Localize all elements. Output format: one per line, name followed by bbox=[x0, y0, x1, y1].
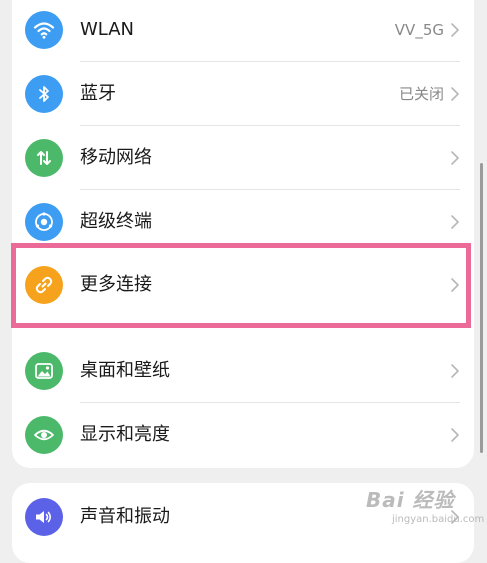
settings-item-desktop-wallpaper[interactable]: 桌面和壁纸 bbox=[12, 339, 474, 403]
chevron-right-icon bbox=[451, 215, 459, 229]
settings-item-value: 已关闭 bbox=[398, 85, 444, 103]
settings-item-label: 蓝牙 bbox=[80, 83, 116, 104]
settings-item-sound-vibration[interactable]: 声音和振动 bbox=[12, 485, 474, 549]
settings-item-display-brightness[interactable]: 显示和亮度 bbox=[12, 403, 474, 467]
settings-item-mobile-network[interactable]: 移动网络 bbox=[12, 126, 474, 190]
settings-item-label: 显示和亮度 bbox=[80, 424, 170, 445]
chevron-right-icon bbox=[451, 510, 459, 524]
settings-item-bluetooth[interactable]: 蓝牙 已关闭 bbox=[12, 62, 474, 126]
settings-group-sound: 声音和振动 bbox=[12, 483, 474, 563]
settings-item-more-connections[interactable]: 更多连接 bbox=[12, 253, 474, 317]
settings-item-label: 超级终端 bbox=[80, 211, 152, 232]
settings-item-label: 声音和振动 bbox=[80, 506, 170, 527]
chevron-right-icon bbox=[451, 23, 459, 37]
chevron-right-icon bbox=[451, 428, 459, 442]
wifi-icon bbox=[25, 11, 63, 49]
chevron-right-icon bbox=[451, 278, 459, 292]
settings-item-label: WLAN bbox=[80, 19, 135, 40]
scrollbar[interactable] bbox=[480, 163, 483, 453]
settings-item-super-device[interactable]: 超级终端 bbox=[12, 190, 474, 254]
settings-item-value: VV_5G bbox=[394, 21, 444, 39]
settings-item-label: 桌面和壁纸 bbox=[80, 360, 170, 381]
settings-item-label: 移动网络 bbox=[80, 147, 152, 168]
chevron-right-icon bbox=[451, 87, 459, 101]
chevron-right-icon bbox=[451, 151, 459, 165]
bluetooth-icon bbox=[25, 75, 63, 113]
link-icon bbox=[25, 266, 63, 304]
volume-icon bbox=[25, 498, 63, 536]
wallpaper-icon bbox=[25, 352, 63, 390]
super-device-icon bbox=[25, 203, 63, 241]
settings-item-label: 更多连接 bbox=[80, 274, 152, 295]
settings-group-connectivity: WLAN VV_5G 蓝牙 已关闭 移动网络 超级终端 更多连接 桌面和壁纸 显… bbox=[12, 0, 474, 468]
mobile-data-icon bbox=[25, 139, 63, 177]
settings-item-wlan[interactable]: WLAN VV_5G bbox=[12, 0, 474, 62]
eye-icon bbox=[25, 416, 63, 454]
chevron-right-icon bbox=[451, 364, 459, 378]
